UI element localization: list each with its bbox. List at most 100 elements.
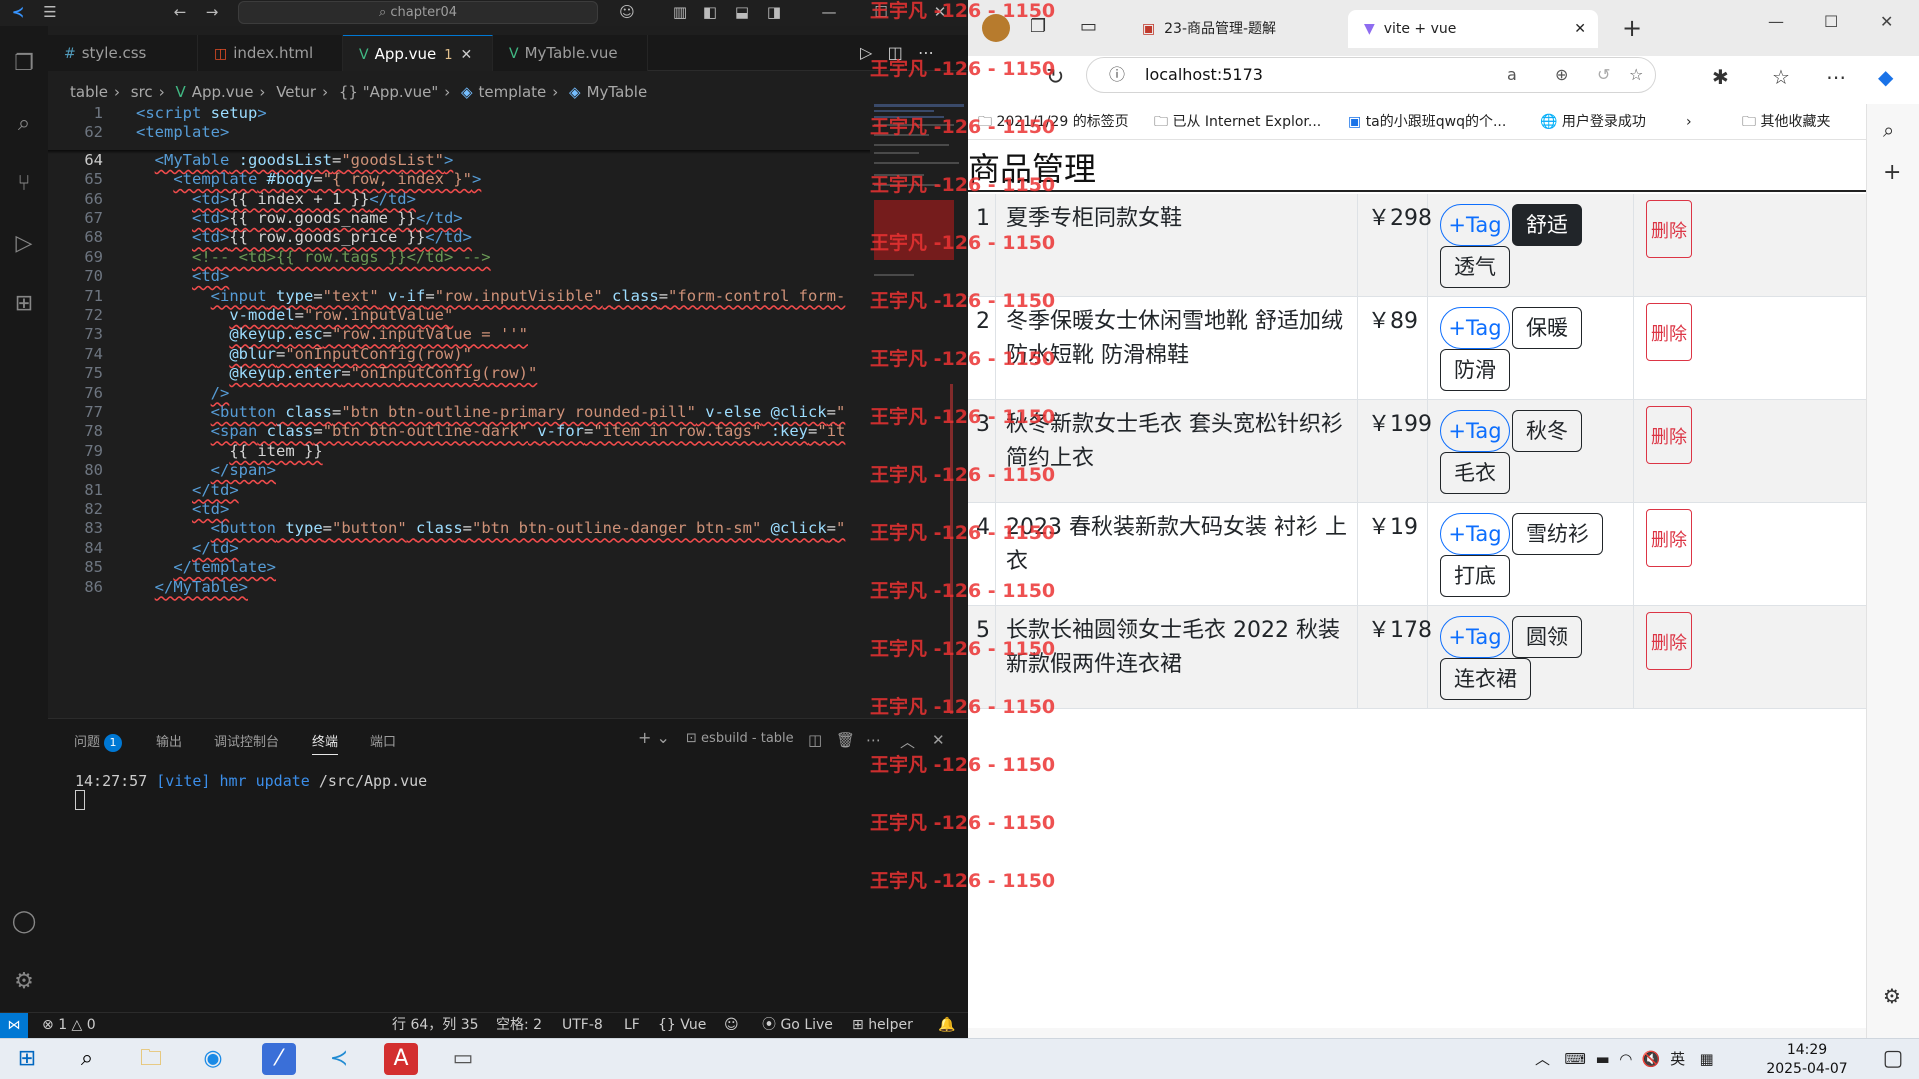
minimize-icon[interactable]: — [812,0,846,26]
edge-browser-icon[interactable]: ◉ [196,1043,230,1075]
terminal-selector[interactable]: ⊡ esbuild - table [686,731,794,746]
code-line[interactable]: <td> [136,500,229,518]
close-tab-icon[interactable]: ✕ [1574,10,1586,48]
windows-start-icon[interactable]: ⊞ [10,1043,44,1075]
add-tag-button[interactable]: +Tag [1440,410,1510,452]
bookmark-item[interactable]: 🗀 其他收藏夹 [1742,104,1830,140]
add-sidebar-app-icon[interactable]: + [1883,160,1901,185]
tab-mytable-vue[interactable]: V MyTable.vue [493,35,648,71]
kill-terminal-icon[interactable]: 🗑 [836,731,855,749]
split-terminal-icon[interactable]: ◫ [808,731,822,749]
new-tab-icon[interactable]: + [1622,14,1642,42]
close-tab-icon[interactable]: ✕ [461,47,473,63]
explorer-icon[interactable]: ❐ [8,48,40,80]
tag-badge[interactable]: 毛衣 [1440,452,1510,494]
code-line[interactable]: v-model="row.inputValue" [136,306,453,324]
end-of-line[interactable]: LF [624,1013,640,1038]
tag-badge[interactable]: 舒适 [1512,204,1582,246]
new-terminal-icon[interactable]: + ⌄ [638,728,670,747]
tag-badge[interactable]: 保暖 [1512,307,1582,349]
tray-overflow-icon[interactable]: ︿ [1535,1050,1550,1068]
browser-tab-solution[interactable]: ▣ 23-商品管理-题解 [1126,10,1346,48]
source-control-icon[interactable]: ⑂ [8,168,40,200]
tab-app-vue[interactable]: V App.vue 1 ✕ [343,35,493,71]
breadcrumb-item[interactable]: App.vue [192,83,254,101]
problems-status[interactable]: ⊗ 1 △ 0 [42,1013,96,1038]
copilot-status-icon[interactable]: ☺ [724,1013,739,1038]
maximize-panel-icon[interactable]: ︿ [900,731,915,752]
code-line[interactable]: <input type="text" v-if="row.inputVisibl… [136,287,846,305]
favorite-star-icon[interactable]: ☆ [1629,58,1643,92]
bookmark-item[interactable]: ▣ ta的小跟班qwq的个... [1348,104,1506,140]
panel-tab-ports[interactable]: 端口 [370,731,396,750]
code-line[interactable]: </MyTable> [136,578,248,596]
settings-gear-icon[interactable]: ⚙ [8,966,40,998]
breadcrumb-item[interactable]: MyTable [587,83,648,101]
breadcrumb-item[interactable]: src [131,83,153,101]
code-editor[interactable]: 1 <script setup> 62 <template> 64 <MyTable :… [48,104,870,716]
layout-toggle-icon[interactable]: ▥ [668,0,692,26]
code-line[interactable]: <td>{{ index + 1 }}</td> [136,190,416,208]
sync-icon[interactable]: ↺ [1597,58,1610,92]
code-line[interactable]: <td>{{ row.goods_price }}</td> [136,228,472,246]
add-tag-button[interactable]: +Tag [1440,204,1510,246]
tag-badge[interactable]: 透气 [1440,246,1510,288]
chevron-right-icon[interactable]: › [1686,104,1692,140]
add-tag-button[interactable]: +Tag [1440,616,1510,658]
copilot-icon[interactable]: ☺ [612,0,642,26]
code-line[interactable]: @keyup.enter="onInputConfig(row)" [136,364,537,382]
notifications-icon[interactable]: ▢ [1876,1043,1910,1075]
code-line[interactable]: {{ item }} [136,442,322,460]
ime-mode-icon[interactable]: ▦ [1699,1050,1713,1068]
code-line[interactable]: </td> [136,481,239,499]
site-info-icon[interactable]: ⓘ [1109,58,1125,92]
command-center-search[interactable]: ⌕ chapter04 [238,1,598,24]
remote-indicator-icon[interactable]: ⋈ [0,1013,28,1038]
volume-icon[interactable]: 🔇 [1642,1050,1661,1068]
close-window-icon[interactable]: ✕ [1880,12,1893,31]
add-tag-button[interactable]: +Tag [1440,513,1510,555]
code-line[interactable]: @blur="onInputConfig(row)" [136,345,472,363]
panel-tab-debug-console[interactable]: 调试控制台 [214,731,279,750]
tag-badge[interactable]: 防滑 [1440,349,1510,391]
delete-button[interactable]: 删除 [1646,303,1692,361]
code-line[interactable]: <button class="btn btn-outline-primary r… [136,403,846,421]
search-icon[interactable]: ⌕ [8,108,40,140]
close-panel-icon[interactable]: ✕ [932,731,945,749]
more-actions-icon[interactable]: ⋯ [866,731,881,749]
remote-desktop-icon[interactable]: ▭ [446,1043,480,1075]
secondary-sidebar-toggle-icon[interactable]: ◨ [762,0,786,26]
tag-badge[interactable]: 雪纺衫 [1512,513,1603,555]
search-icon[interactable]: ⌕ [70,1043,104,1075]
tag-badge[interactable]: 秋冬 [1512,410,1582,452]
cursor-position[interactable]: 行 64，列 35 [392,1013,479,1038]
tag-badge[interactable]: 连衣裙 [1440,658,1531,700]
helper-status[interactable]: ⊞ helper [852,1013,913,1038]
favorites-icon[interactable]: ☆ [1772,65,1790,89]
code-line[interactable]: <!-- <td>{{ row.tags }}</td> --> [136,248,491,266]
delete-button[interactable]: 删除 [1646,200,1692,258]
add-tag-button[interactable]: +Tag [1440,307,1510,349]
tag-badge[interactable]: 圆领 [1512,616,1582,658]
language-mode[interactable]: {} Vue [658,1013,706,1038]
menu-icon[interactable]: ☰ [36,0,64,26]
code-line[interactable]: </template> [136,558,276,576]
terminal-output[interactable]: 14:27:57 [vite] hmr update /src/App.vue [75,772,427,814]
delete-button[interactable]: 删除 [1646,612,1692,670]
zoom-icon[interactable]: ⊕ [1555,58,1568,92]
code-line[interactable]: <td> [136,267,229,285]
code-line[interactable]: <script setup> [136,104,267,122]
code-line[interactable]: <td>{{ row.goods_name }}</td> [136,209,463,227]
tab-style-css[interactable]: # style.css [48,35,198,71]
bookmark-item[interactable]: 🗀 已从 Internet Explor... [1154,104,1321,140]
tab-index-html[interactable]: ◫ index.html [198,35,343,71]
minimize-icon[interactable]: — [1768,12,1784,31]
more-menu-icon[interactable]: ⋯ [1826,65,1846,89]
code-line[interactable]: <template #body="{ row, index }"> [136,170,481,188]
sidebar-settings-icon[interactable]: ⚙ [1883,984,1901,1008]
account-icon[interactable]: ◯ [8,906,40,938]
panel-tab-problems[interactable]: 问题 1 [74,731,123,752]
extensions-icon[interactable]: ✱ [1712,65,1729,89]
delete-button[interactable]: 删除 [1646,406,1692,464]
indentation[interactable]: 空格: 2 [496,1013,542,1038]
